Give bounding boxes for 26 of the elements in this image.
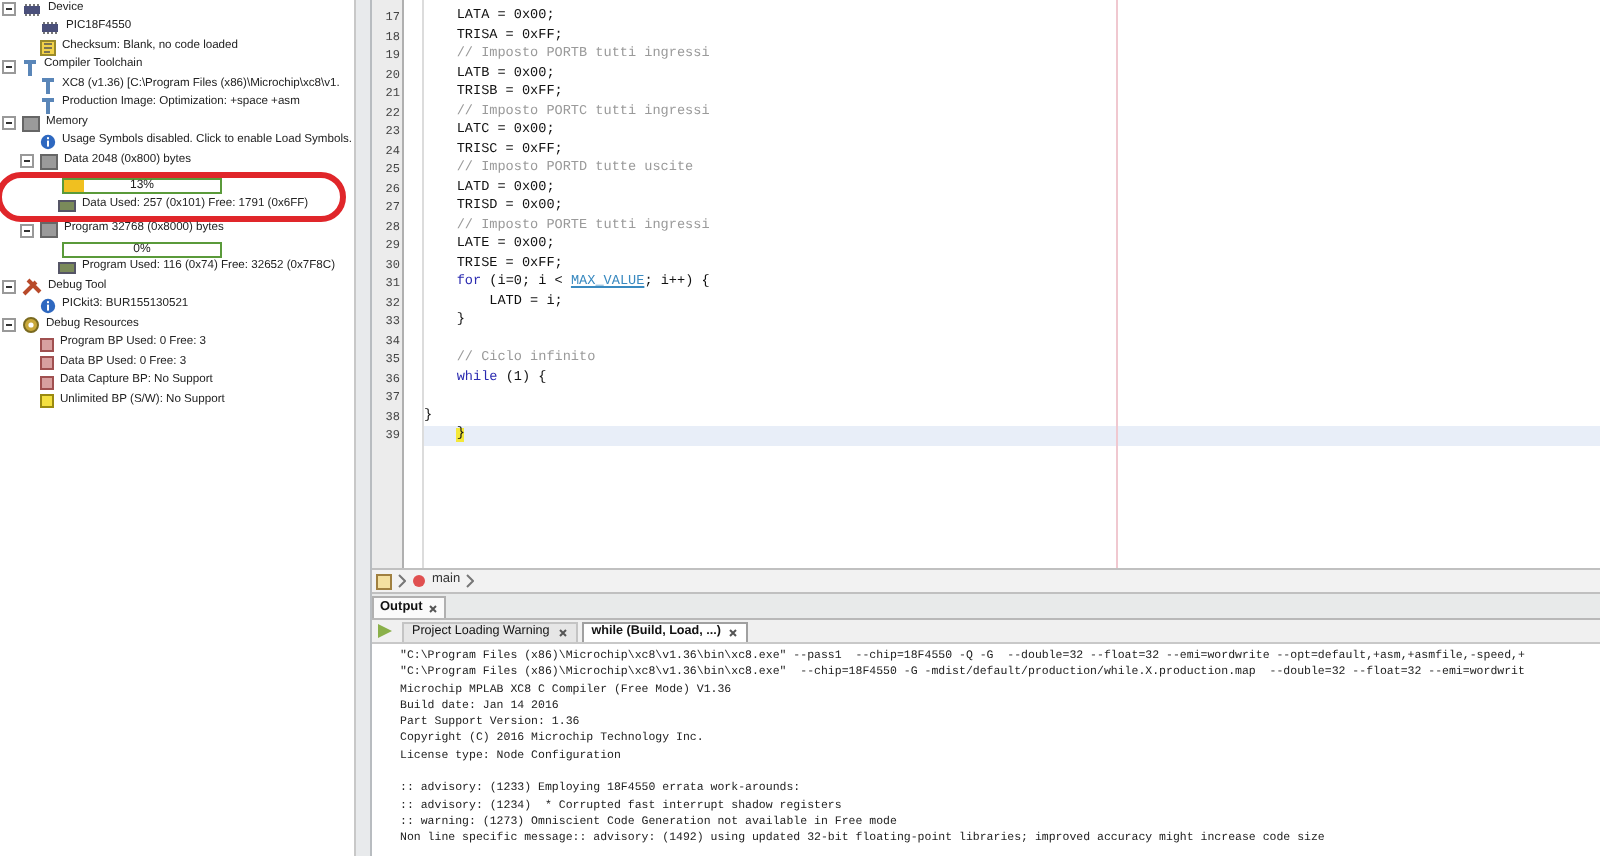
tools-icon <box>22 278 42 297</box>
info-icon <box>40 134 56 151</box>
info-icon <box>40 298 56 315</box>
collapse-toggle-icon[interactable] <box>2 318 16 333</box>
chip-icon <box>40 20 60 37</box>
chip-icon <box>22 1 42 18</box>
checksum-icon <box>40 39 56 56</box>
collapse-toggle-icon[interactable] <box>20 154 34 169</box>
ram-icon <box>58 262 76 275</box>
memory-icon <box>40 153 58 170</box>
collapse-toggle-icon[interactable] <box>20 223 34 238</box>
collapse-toggle-icon[interactable] <box>2 59 16 74</box>
memory-icon <box>40 222 58 239</box>
chevron-icon <box>398 574 406 588</box>
function-icon <box>412 574 426 588</box>
chevron-icon <box>466 574 475 588</box>
file-icon <box>376 573 392 589</box>
close-icon <box>557 628 568 638</box>
ram-icon <box>58 199 76 212</box>
collapse-toggle-icon[interactable] <box>2 2 16 17</box>
close-icon <box>428 603 439 613</box>
memory-icon <box>22 115 40 132</box>
gear-icon <box>22 316 40 335</box>
close-icon <box>728 628 739 638</box>
collapse-toggle-icon[interactable] <box>2 116 16 131</box>
collapse-toggle-icon[interactable] <box>2 280 16 295</box>
